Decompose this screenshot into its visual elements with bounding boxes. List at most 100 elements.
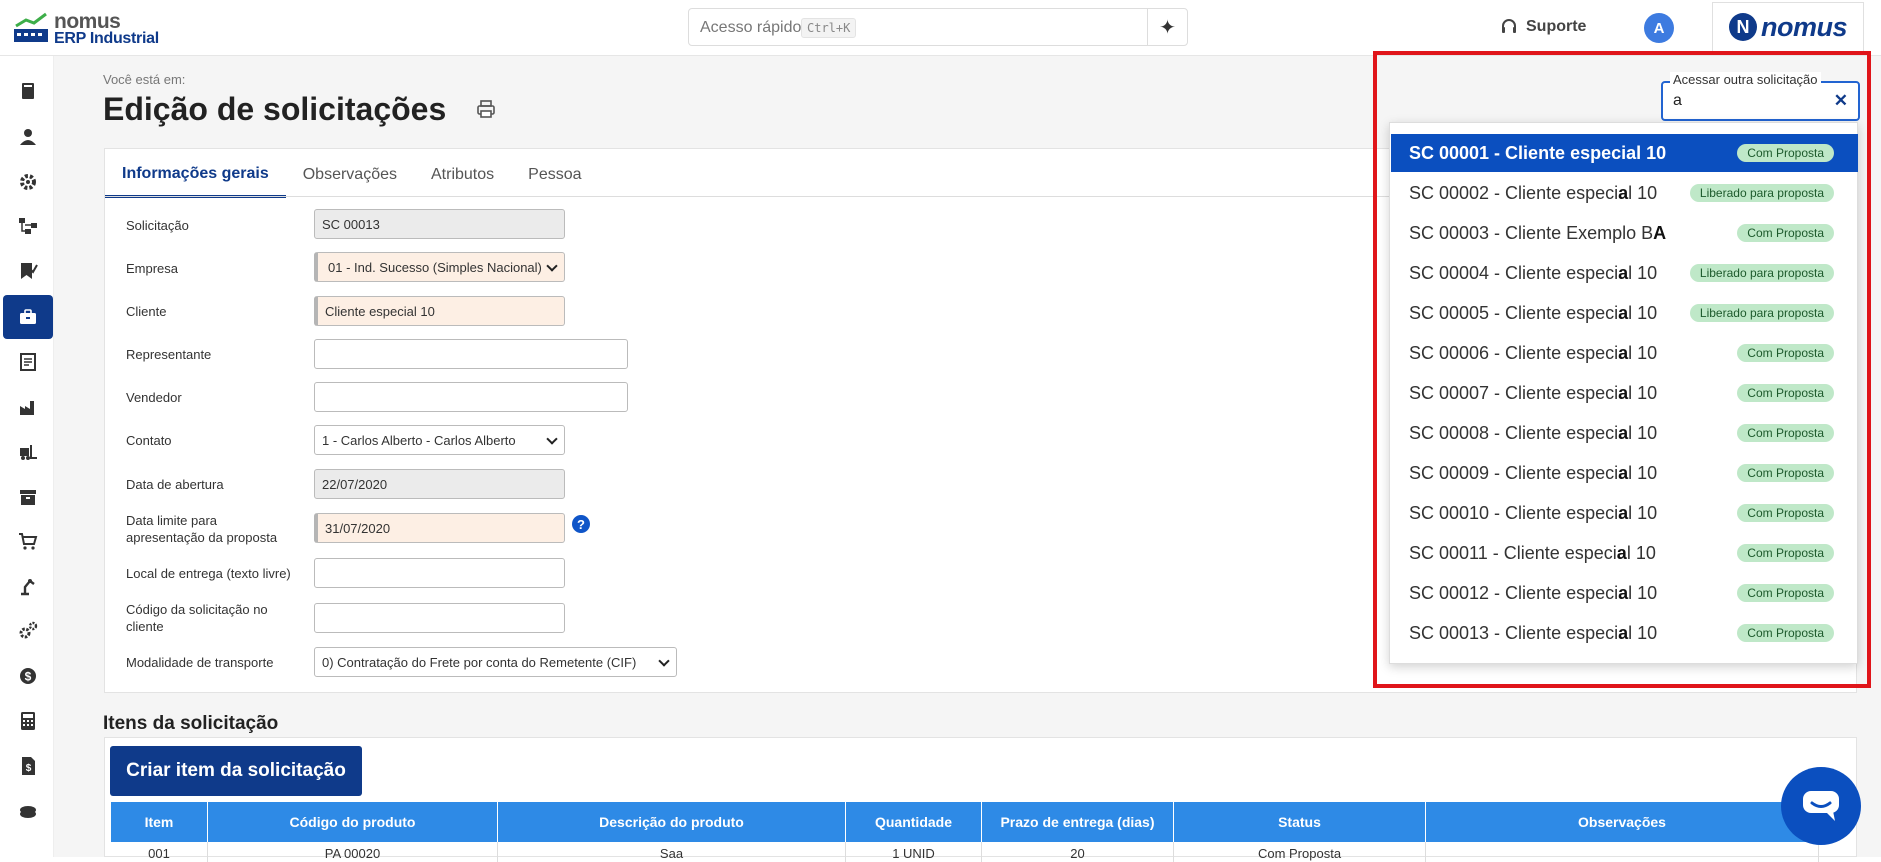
tab-informacoes-gerais[interactable]: Informações gerais [105, 152, 286, 198]
column-header[interactable]: Observações [1426, 802, 1819, 842]
codigo-cliente-label-line1: Código da solicitação no [126, 602, 268, 617]
support-link[interactable]: Suporte [1500, 15, 1586, 39]
other-request-option[interactable]: SC 00002 - Cliente especial 10 Liberado p… [1391, 174, 1858, 212]
other-request-option[interactable]: SC 00011 - Cliente especial 10 Com Propos… [1391, 534, 1858, 572]
data-limite-label-line1: Data limite para [126, 513, 218, 528]
forklift-icon [20, 445, 37, 460]
other-request-option[interactable]: SC 00009 - Cliente especial 10 Com Propos… [1391, 454, 1858, 492]
quick-access-search[interactable]: Acesso rápido Ctrl+K ✦ [688, 8, 1188, 46]
table-cell: Com Proposta [1174, 842, 1426, 862]
sidebar-item-book[interactable] [3, 69, 53, 113]
user-icon [20, 129, 36, 145]
table-row[interactable]: 001 PA 00020 Saa 1 UNID 20 Com Proposta [111, 842, 1819, 862]
vendedor-field[interactable] [314, 382, 628, 412]
column-header[interactable]: Item [111, 802, 208, 842]
option-label: SC 00004 - Cliente especial 10 [1409, 262, 1658, 283]
sidebar-item-robot-arm[interactable] [3, 564, 53, 608]
create-item-button[interactable]: Criar item da solicitação [110, 746, 362, 796]
sidebar-item-workflow[interactable] [3, 204, 53, 248]
option-label: SC 00012 - Cliente especial 10 [1409, 582, 1658, 603]
other-request-option[interactable]: SC 00008 - Cliente especial 10 Com Propos… [1391, 414, 1858, 452]
representante-field[interactable] [314, 339, 628, 369]
sidebar-item-calculator[interactable] [3, 699, 53, 743]
chat-button[interactable] [1781, 767, 1861, 845]
other-request-option[interactable]: SC 00005 - Cliente especial 10 Liberado p… [1391, 294, 1858, 332]
print-icon[interactable] [475, 98, 497, 120]
status-badge: Com Proposta [1737, 344, 1834, 362]
tab-observacoes[interactable]: Observações [286, 152, 414, 198]
sidebar-item-cart[interactable] [3, 519, 53, 563]
other-request-option[interactable]: SC 00006 - Cliente especial 10 Com Propos… [1391, 334, 1858, 372]
other-request-option[interactable]: SC 00007 - Cliente especial 10 Com Propos… [1391, 374, 1858, 412]
column-header[interactable]: Prazo de entrega (dias) [982, 802, 1174, 842]
other-request-option[interactable]: SC 00003 - Cliente Exemplo BA Com Propost… [1391, 214, 1858, 252]
empresa-select[interactable]: 01 - Ind. Sucesso (Simples Nacional) [314, 252, 565, 282]
sidebar-item-cogs[interactable] [3, 609, 53, 653]
status-badge: Com Proposta [1737, 384, 1834, 402]
sidebar-item-archive[interactable] [3, 475, 53, 519]
option-label: SC 00013 - Cliente especial 10 [1409, 622, 1658, 643]
other-request-search-input[interactable]: a ✕ [1661, 81, 1860, 121]
sidebar-item-checklist[interactable] [3, 249, 53, 293]
nomus-logo[interactable]: nomus ERP Industrial [14, 8, 164, 48]
invoice-icon: $ [22, 757, 35, 775]
other-request-value: a [1673, 92, 1682, 109]
sidebar-item-gear[interactable] [3, 160, 53, 204]
modalidade-label: Modalidade de transporte [126, 655, 274, 670]
status-badge: Com Proposta [1737, 504, 1834, 522]
option-label: SC 00011 - Cliente especial 10 [1409, 542, 1656, 563]
other-request-option[interactable]: SC 00001 - Cliente especial 10 Com Propos… [1391, 134, 1858, 172]
vendedor-label: Vendedor [126, 390, 182, 405]
logo-subtext: ERP Industrial [54, 30, 159, 47]
status-badge: Com Proposta [1737, 424, 1834, 442]
option-label: SC 00010 - Cliente especial 10 [1409, 502, 1658, 523]
empresa-value: 01 - Ind. Sucesso (Simples Nacional) [328, 259, 542, 275]
status-badge: Com Proposta [1737, 144, 1834, 162]
other-request-option[interactable]: SC 00012 - Cliente especial 10 Com Propos… [1391, 574, 1858, 612]
robot-arm-icon [21, 579, 35, 596]
tab-pessoa[interactable]: Pessoa [511, 152, 598, 198]
sidebar-item-briefcase[interactable] [3, 295, 53, 339]
column-header[interactable]: Descrição do produto [498, 802, 846, 842]
column-header[interactable]: Status [1174, 802, 1426, 842]
table-cell: 1 UNID [846, 842, 982, 862]
sidebar-item-dollar[interactable]: $ [3, 654, 53, 698]
svg-text:$: $ [25, 670, 32, 684]
column-header[interactable]: Quantidade [846, 802, 982, 842]
cliente-field[interactable]: Cliente especial 10 [314, 296, 565, 326]
sidebar-item-forklift[interactable] [3, 430, 53, 474]
briefcase-icon [20, 309, 36, 324]
option-label: SC 00002 - Cliente especial 10 [1409, 182, 1658, 203]
column-header[interactable]: Código do produto [208, 802, 498, 842]
codigo-cliente-field[interactable] [314, 603, 565, 633]
option-label: SC 00001 - Cliente especial 10 [1409, 142, 1667, 163]
codigo-cliente-label-line2: cliente [126, 619, 164, 634]
status-badge: Liberado para proposta [1689, 304, 1834, 322]
sidebar-item-invoice[interactable]: $ [3, 744, 53, 788]
tab-atributos[interactable]: Atributos [414, 152, 511, 198]
other-request-option[interactable]: SC 00013 - Cliente especial 10 Com Propos… [1391, 614, 1858, 652]
representante-label: Representante [126, 347, 212, 362]
status-badge: Liberado para proposta [1689, 264, 1834, 282]
modalidade-select[interactable]: 0) Contratação do Frete por conta do Rem… [314, 647, 677, 677]
brand-logo: N nomus [1712, 2, 1864, 52]
svg-text:$: $ [26, 763, 32, 774]
sidebar-item-factory[interactable] [3, 385, 53, 429]
help-icon[interactable]: ? [572, 515, 590, 533]
cart-icon [19, 533, 38, 550]
contato-label: Contato [126, 433, 172, 448]
other-request-option[interactable]: SC 00010 - Cliente especial 10 Com Propos… [1391, 494, 1858, 532]
local-entrega-field[interactable] [314, 558, 565, 588]
user-avatar[interactable]: A [1644, 13, 1674, 43]
data-limite-label-line2: apresentação da proposta [126, 530, 278, 545]
empresa-label: Empresa [126, 261, 179, 276]
sparkle-icon[interactable]: ✦ [1147, 9, 1187, 45]
sidebar-item-coins[interactable] [3, 790, 53, 834]
sidebar-item-user[interactable] [3, 115, 53, 159]
contato-select[interactable]: 1 - Carlos Alberto - Carlos Alberto [314, 425, 565, 455]
clear-icon[interactable]: ✕ [1834, 91, 1848, 111]
sidebar-item-ledger[interactable] [3, 340, 53, 384]
other-request-option[interactable]: SC 00004 - Cliente especial 10 Liberado p… [1391, 254, 1858, 292]
archive-icon [20, 490, 36, 505]
data-limite-field[interactable]: 31/07/2020 [314, 513, 565, 543]
